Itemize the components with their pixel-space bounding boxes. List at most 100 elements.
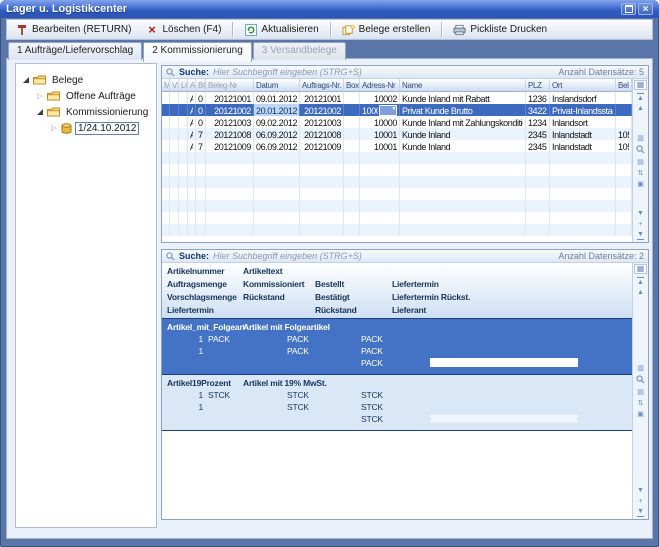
table-row[interactable] [162,176,632,188]
table-row[interactable]: A002012100220.01.20122012100210009▼Priva… [162,104,632,116]
table-cell [179,176,188,188]
tree-item[interactable]: Kommissionierung [16,104,156,120]
column-header[interactable]: VS [170,79,179,92]
lieferant-field[interactable] [430,358,578,367]
grid-button-icon[interactable]: ▦ [634,264,647,274]
column-header[interactable]: PLZ [526,79,550,92]
tab-auftraege-liefervorschlag[interactable]: 1 Aufträge/Liefervorschlag [8,42,142,60]
scroll-up-icon[interactable]: ▲ [634,104,647,113]
scroll-last-icon[interactable]: ▼ [634,231,647,241]
search-icon[interactable] [634,375,647,386]
field-label: Liefertermin [167,305,214,315]
list-icon[interactable]: ▤ [634,158,647,167]
expander-expanded-icon[interactable] [36,109,44,115]
scroll-up-icon[interactable]: ▲ [634,288,647,297]
cell-value: 20121003 [208,118,251,128]
scroll-first-icon[interactable]: ▲ [634,276,647,286]
column-header[interactable]: Bel [616,79,632,92]
table-cell: 12367 [526,92,550,104]
column-header[interactable]: Box [344,79,360,92]
copy-icon[interactable]: ▣ [634,180,647,189]
search-placeholder[interactable]: Hier Suchbegriff eingeben (STRG+S) [213,251,554,261]
freeze-columns-icon[interactable]: ▥ [634,364,647,373]
scroll-down-icon[interactable]: ▼ [634,486,647,495]
position-row[interactable]: 1PACKPACKPACK [162,333,632,345]
glyph: ▦ [637,265,645,273]
cell-value: 20121001 [208,94,251,104]
table-cell [206,164,254,176]
grid-button-icon[interactable]: ▦ [634,80,647,90]
tree-item[interactable]: 1/24.10.2012 [16,120,156,136]
table-cell [179,104,188,116]
expander-collapsed-icon[interactable] [36,92,44,100]
scroll-down-icon[interactable]: ▼ [634,209,647,218]
search-placeholder[interactable]: Hier Suchbegriff eingeben (STRG+S) [213,67,554,77]
table-row[interactable] [162,152,632,164]
table-row[interactable] [162,224,632,236]
insert-icon[interactable]: + [634,220,647,229]
column-header[interactable]: Beleg-Nr [206,79,254,92]
quantity-value: 1 [167,402,203,412]
column-header[interactable]: BG [196,79,206,92]
freeze-columns-icon[interactable]: ▥ [634,134,647,143]
cell-value: 72 [198,130,203,140]
column-header[interactable]: A [188,79,196,92]
orders-search-bar[interactable]: Suche: Hier Suchbegriff eingeben (STRG+S… [162,66,648,79]
create-documents-button[interactable]: Belege erstellen [336,20,437,39]
lieferant-field[interactable] [430,414,578,423]
scroll-last-icon[interactable]: ▼ [634,508,647,518]
tree-item[interactable]: Belege [16,72,156,88]
edit-button[interactable]: Bearbeiten (RETURN) [9,20,137,39]
search-icon[interactable] [634,145,647,156]
dropdown-arrow-icon[interactable]: ▼ [379,105,397,116]
table-cell: 20121009 [206,140,254,152]
table-cell: 00 [196,116,206,128]
tab-kommissionierung[interactable]: 2 Kommissionierung [143,42,252,62]
table-cell: A [188,104,196,116]
sort-icon[interactable]: ⇅ [634,169,647,178]
close-button[interactable]: × [638,3,653,15]
box-icon [61,123,72,134]
table-row[interactable]: A002012100109.01.20122012100110002Kunde … [162,92,632,104]
table-row[interactable]: A722012100806.09.20122012100810001Kunde … [162,128,632,140]
column-header[interactable]: Auftrags-Nr. [300,79,344,92]
position-row[interactable]: PACK [162,357,632,369]
position-row[interactable]: 1STCKSTCK [162,401,632,413]
titlebar[interactable]: Lager u. Logistikcenter × [0,0,659,18]
table-row[interactable] [162,212,632,224]
position-group[interactable]: Artikel_mit_FolgeartikelArtikel mit Folg… [162,319,632,375]
restore-button[interactable] [621,3,636,15]
expander-collapsed-icon[interactable] [50,124,58,132]
column-header[interactable]: Ort [550,79,616,92]
expander-expanded-icon[interactable] [22,77,30,83]
tab-strip: 1 Aufträge/Liefervorschlag 2 Kommissioni… [8,42,346,59]
unit-value: STCK [361,414,383,424]
list-icon[interactable]: ▤ [634,388,647,397]
positions-search-bar[interactable]: Suche: Hier Suchbegriff eingeben (STRG+S… [162,250,648,263]
table-cell: 10000 [360,116,400,128]
column-header[interactable]: Name [400,79,526,92]
column-header[interactable]: Datum [254,79,300,92]
position-row[interactable]: STCK [162,413,632,425]
position-group[interactable]: Artikel19ProzentArtikel mit 19% MwSt.1ST… [162,375,632,431]
column-header[interactable]: Adress-Nr [360,79,400,92]
tree-item-label: Belege [49,74,86,87]
scroll-first-icon[interactable]: ▲ [634,92,647,102]
table-row[interactable] [162,200,632,212]
table-row[interactable]: A002012100309.02.20122012100310000Kunde … [162,116,632,128]
insert-icon[interactable]: + [634,497,647,506]
table-row[interactable] [162,164,632,176]
print-picklist-button[interactable]: Pickliste Drucken [447,20,553,39]
refresh-button[interactable]: Aktualisieren [238,20,324,39]
column-header[interactable]: M [162,79,170,92]
copy-icon[interactable]: ▣ [634,410,647,419]
position-row[interactable]: 1PACKPACK [162,345,632,357]
tree-item[interactable]: Offene Aufträge [16,88,156,104]
cell-value: A [190,106,193,116]
delete-button[interactable]: × Löschen (F4) [139,20,227,39]
column-header[interactable]: LO [179,79,188,92]
position-row[interactable]: 1STCKSTCKSTCK [162,389,632,401]
sort-icon[interactable]: ⇅ [634,399,647,408]
table-row[interactable] [162,188,632,200]
table-row[interactable]: A722012100906.09.20122012100910001Kunde … [162,140,632,152]
